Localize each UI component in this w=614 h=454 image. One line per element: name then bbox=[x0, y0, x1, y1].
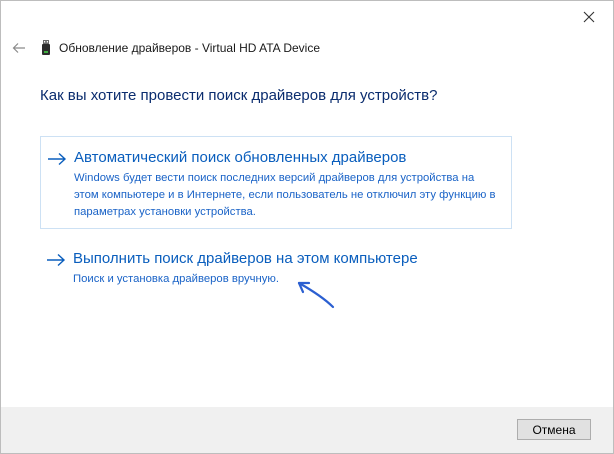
driver-update-dialog: Обновление драйверов - Virtual HD ATA De… bbox=[0, 0, 614, 454]
page-heading: Как вы хотите провести поиск драйверов д… bbox=[40, 87, 438, 104]
title-bar: Обновление драйверов - Virtual HD ATA De… bbox=[11, 37, 573, 59]
annotation-arrow-icon bbox=[297, 281, 335, 309]
window-title: Обновление драйверов - Virtual HD ATA De… bbox=[59, 41, 321, 55]
auto-search-option[interactable]: Автоматический поиск обновленных драйвер… bbox=[40, 136, 512, 229]
usb-device-icon bbox=[41, 40, 53, 56]
cancel-button[interactable]: Отмена bbox=[517, 419, 591, 440]
manual-search-description: Поиск и установка драйверов вручную. bbox=[73, 273, 280, 285]
close-icon bbox=[583, 11, 595, 23]
back-button[interactable] bbox=[11, 40, 27, 56]
auto-search-title: Автоматический поиск обновленных драйвер… bbox=[74, 149, 407, 166]
back-arrow-icon bbox=[12, 43, 25, 53]
manual-search-title: Выполнить поиск драйверов на этом компью… bbox=[73, 250, 418, 267]
auto-search-description: Windows будет вести поиск последних верс… bbox=[74, 172, 496, 218]
close-button[interactable] bbox=[573, 3, 605, 31]
right-arrow-icon bbox=[47, 253, 66, 267]
dialog-footer: Отмена bbox=[1, 407, 613, 453]
right-arrow-icon bbox=[48, 152, 67, 166]
manual-search-option[interactable]: Выполнить поиск драйверов на этом компью… bbox=[40, 245, 512, 295]
